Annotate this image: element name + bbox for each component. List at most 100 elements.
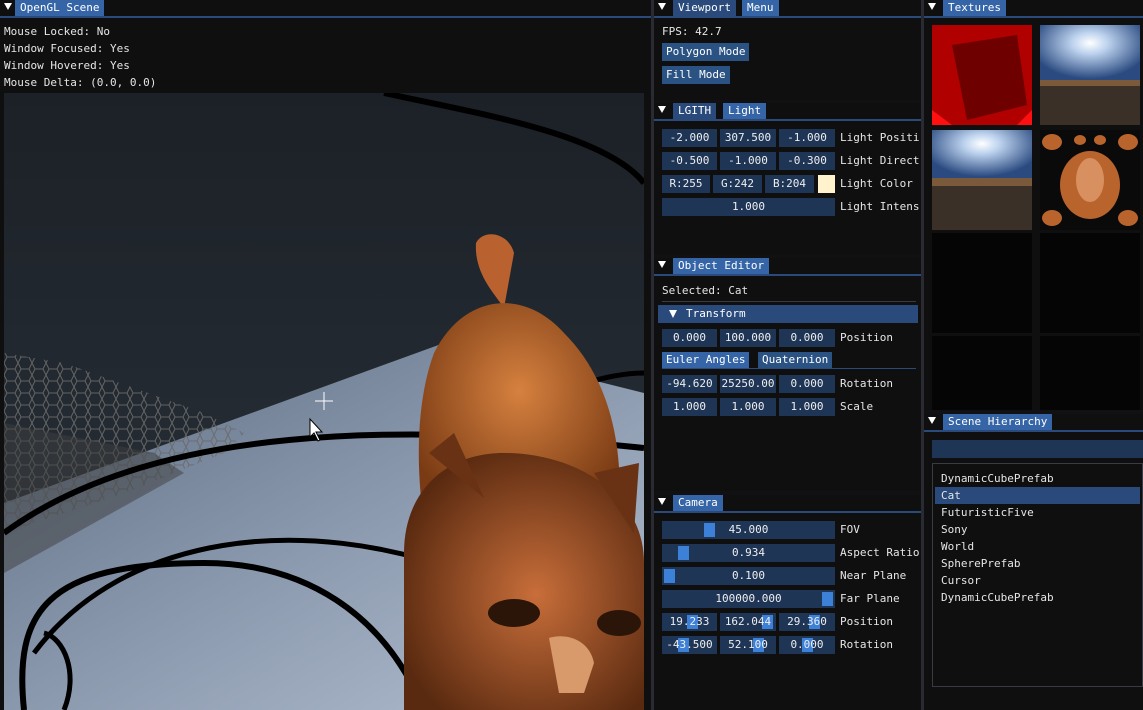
hierarchy-search-input[interactable]: [932, 440, 1143, 458]
light-direction-z[interactable]: -0.300: [779, 152, 835, 170]
collapse-arrow-icon[interactable]: [4, 3, 12, 10]
euler-angles-tab[interactable]: Euler Angles: [662, 352, 750, 368]
tab-underline: [924, 16, 1143, 18]
scene-tab[interactable]: OpenGL Scene: [15, 0, 105, 16]
camera-position-x-value: 19.233: [669, 615, 710, 628]
hierarchy-list[interactable]: DynamicCubePrefab Cat FuturisticFive Sony Wo…: [932, 463, 1143, 687]
light-color-r[interactable]: R:255: [662, 175, 710, 193]
hierarchy-titlebar[interactable]: Scene Hierarchy: [924, 414, 1143, 430]
scene-tab-underline: [0, 16, 651, 18]
cat-fur-texture[interactable]: [1040, 130, 1140, 230]
collapse-arrow-icon[interactable]: [658, 106, 666, 113]
fov-label: FOV: [840, 523, 860, 536]
tab-textures[interactable]: Textures: [943, 0, 1006, 16]
light-direction-x[interactable]: -0.500: [662, 152, 717, 170]
object-scale-z[interactable]: 1.000: [779, 398, 835, 416]
light-position-y[interactable]: 307.500: [720, 129, 776, 147]
light-titlebar[interactable]: LGITH Light: [654, 103, 921, 119]
polygon-mode-button[interactable]: Polygon Mode: [662, 43, 750, 61]
hierarchy-item[interactable]: Cursor: [935, 572, 1140, 589]
quaternion-tab[interactable]: Quaternion: [758, 352, 833, 368]
camera-rotation-y[interactable]: 52.100: [720, 636, 776, 654]
light-color-b[interactable]: B:204: [765, 175, 814, 193]
slider-grab[interactable]: [822, 592, 833, 606]
tab-camera[interactable]: Camera: [673, 495, 723, 511]
transform-header[interactable]: Transform: [658, 305, 918, 323]
skybox-texture-2-image: [932, 130, 1032, 230]
scene-titlebar[interactable]: OpenGL Scene: [0, 0, 651, 16]
light-intensity-field[interactable]: 1.000: [662, 198, 835, 216]
collapse-arrow-icon[interactable]: [658, 3, 666, 10]
tab-object-editor[interactable]: Object Editor: [673, 258, 770, 274]
hierarchy-item[interactable]: World: [935, 538, 1140, 555]
hierarchy-item[interactable]: FuturisticFive: [935, 504, 1140, 521]
hierarchy-item[interactable]: DynamicCubePrefab: [935, 589, 1140, 606]
near-plane-slider[interactable]: 0.100: [662, 567, 835, 585]
object-position-x[interactable]: 0.000: [662, 329, 717, 347]
fov-slider[interactable]: 45.000: [662, 521, 835, 539]
object-position-z[interactable]: 0.000: [779, 329, 835, 347]
mouse-locked-text: Mouse Locked: No: [4, 25, 110, 38]
camera-position-z[interactable]: 29.360: [779, 613, 835, 631]
collapse-arrow-icon[interactable]: [658, 498, 666, 505]
viewport-panel: Viewport Menu FPS: 42.7 Polygon Mode Fil…: [654, 0, 921, 100]
light-position-x[interactable]: -2.000: [662, 129, 717, 147]
object-rotation-z[interactable]: 0.000: [779, 375, 835, 393]
slider-grab[interactable]: [704, 523, 715, 537]
empty-texture-slot[interactable]: [1040, 233, 1140, 333]
transform-header-label: Transform: [686, 307, 746, 320]
hierarchy-item[interactable]: Sony: [935, 521, 1140, 538]
camera-position-x[interactable]: 19.233: [662, 613, 717, 631]
object-position-y[interactable]: 100.000: [720, 329, 776, 347]
object-rotation-y[interactable]: 25250.00: [720, 375, 776, 393]
fill-mode-button[interactable]: Fill Mode: [662, 66, 730, 84]
object-position-label: Position: [840, 331, 893, 344]
object-editor-titlebar[interactable]: Object Editor: [654, 258, 921, 274]
hierarchy-item[interactable]: Cat: [935, 487, 1140, 504]
collapse-arrow-icon[interactable]: [928, 417, 936, 424]
tab-viewport[interactable]: Viewport: [673, 0, 736, 16]
object-scale-y[interactable]: 1.000: [720, 398, 776, 416]
tab-scene-hierarchy[interactable]: Scene Hierarchy: [943, 414, 1053, 430]
camera-rotation-x-value: -43.500: [666, 638, 713, 651]
skybox-texture[interactable]: [1040, 25, 1140, 125]
light-color-g[interactable]: G:242: [713, 175, 762, 193]
chevron-down-icon: [669, 310, 677, 318]
object-rotation-x[interactable]: -94.620: [662, 375, 717, 393]
aspect-ratio-value: 0.934: [731, 546, 766, 559]
near-plane-label: Near Plane: [840, 569, 907, 582]
red-cube-texture[interactable]: [932, 25, 1032, 125]
window-hovered-text: Window Hovered: Yes: [4, 59, 130, 72]
hierarchy-item[interactable]: DynamicCubePrefab: [935, 470, 1140, 487]
camera-titlebar[interactable]: Camera: [654, 495, 921, 511]
fov-value: 45.000: [728, 523, 769, 536]
tab-menu[interactable]: Menu: [742, 0, 779, 16]
opengl-scene-panel: OpenGL Scene Mouse Locked: No Window Foc…: [0, 0, 651, 710]
camera-position-y[interactable]: 162.044: [720, 613, 776, 631]
collapse-arrow-icon[interactable]: [928, 3, 936, 10]
skybox-texture-2[interactable]: [932, 130, 1032, 230]
hierarchy-item[interactable]: SpherePrefab: [935, 555, 1140, 572]
camera-rotation-z[interactable]: 0.000: [779, 636, 835, 654]
scene-hierarchy-panel: Scene Hierarchy DynamicCubePrefab Cat Futu…: [924, 414, 1143, 710]
camera-rotation-x[interactable]: -43.500: [662, 636, 717, 654]
object-scale-x[interactable]: 1.000: [662, 398, 717, 416]
light-position-z[interactable]: -1.000: [779, 129, 835, 147]
light-direction-y[interactable]: -1.000: [720, 152, 776, 170]
textures-titlebar[interactable]: Textures: [924, 0, 1143, 16]
viewport-titlebar[interactable]: Viewport Menu: [654, 0, 921, 16]
far-plane-slider[interactable]: 100000.000: [662, 590, 835, 608]
slider-grab[interactable]: [664, 569, 675, 583]
light-color-swatch[interactable]: [818, 175, 835, 193]
empty-texture-slot[interactable]: [932, 233, 1032, 333]
slider-grab[interactable]: [678, 546, 689, 560]
empty-texture-slot[interactable]: [932, 336, 1032, 410]
empty-texture-slot[interactable]: [1040, 336, 1140, 410]
camera-rotation-y-value: 52.100: [728, 638, 768, 651]
collapse-arrow-icon[interactable]: [658, 261, 666, 268]
tab-lgith[interactable]: LGITH: [673, 103, 717, 119]
aspect-ratio-slider[interactable]: 0.934: [662, 544, 835, 562]
light-position-label: Light Positi: [840, 131, 920, 144]
tab-light[interactable]: Light: [723, 103, 767, 119]
scene-viewport[interactable]: [4, 93, 644, 710]
